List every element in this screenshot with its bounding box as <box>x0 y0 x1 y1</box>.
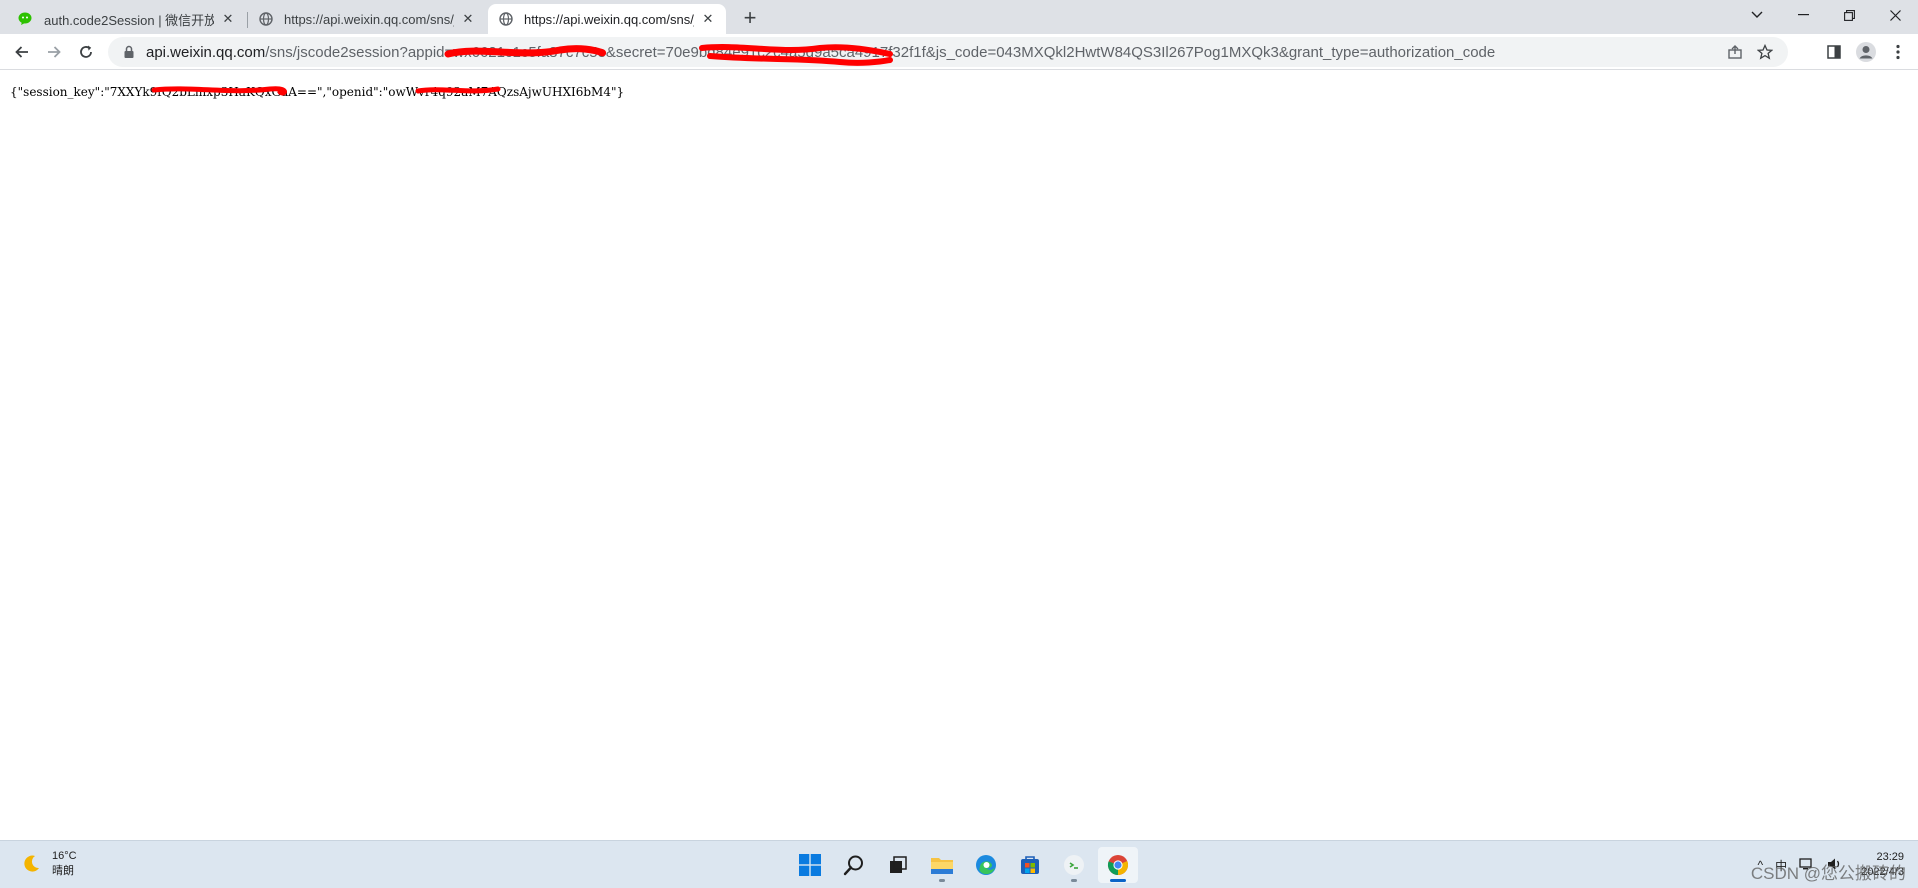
url-text: api.weixin.qq.com/sns/jscode2session?app… <box>146 44 1495 61</box>
taskbar-apps <box>790 847 1142 883</box>
side-panel-icon[interactable] <box>1818 36 1850 68</box>
profile-avatar-icon[interactable] <box>1850 36 1882 68</box>
bookmark-star-icon[interactable] <box>1750 37 1780 67</box>
weather-description: 晴朗 <box>52 865 74 877</box>
edge-icon[interactable] <box>966 847 1006 883</box>
url-host: api.weixin.qq.com <box>146 43 266 61</box>
weather-widget[interactable]: 16°C 晴朗 <box>20 849 77 879</box>
tab-search-icon[interactable] <box>1734 0 1780 30</box>
running-indicator <box>1071 879 1077 882</box>
file-explorer-icon[interactable] <box>922 847 962 883</box>
tab-strip: auth.code2Session | 微信开放文档 ✕ https://api… <box>0 0 1918 34</box>
forward-button[interactable] <box>38 36 70 68</box>
task-view-icon[interactable] <box>878 847 918 883</box>
omnibox-actions <box>1720 37 1780 67</box>
menu-kebab-icon[interactable] <box>1882 36 1914 68</box>
lock-icon <box>124 45 134 58</box>
tab-title: https://api.weixin.qq.com/sns/jscode2ses… <box>524 11 694 27</box>
restore-icon[interactable] <box>1826 0 1872 30</box>
running-indicator <box>939 879 945 882</box>
tab-api-weixin-2[interactable]: https://api.weixin.qq.com/sns/jscode2ses… <box>488 4 726 34</box>
csdn-watermark: CSDN @您公搬砖的 <box>1750 864 1906 883</box>
search-icon[interactable] <box>834 847 874 883</box>
globe-icon <box>498 11 514 27</box>
reload-button[interactable] <box>70 36 102 68</box>
wechat-devtools-icon[interactable] <box>1054 847 1094 883</box>
weather-temperature: 16°C <box>52 850 77 862</box>
minimize-icon[interactable] <box>1780 0 1826 30</box>
close-icon[interactable]: ✕ <box>700 11 716 27</box>
window-close-icon[interactable] <box>1872 0 1918 30</box>
store-icon[interactable] <box>1010 847 1050 883</box>
windows-taskbar: 16°C 晴朗 ^ 中 23:29 2022/4/3 CSDN @您公搬砖的 <box>0 840 1918 888</box>
chrome-icon[interactable] <box>1098 847 1138 883</box>
toolbar-right <box>1818 36 1914 68</box>
running-indicator <box>1110 879 1126 882</box>
share-icon[interactable] <box>1720 37 1750 67</box>
new-tab-button[interactable]: + <box>736 5 764 33</box>
wechat-icon <box>18 11 34 27</box>
window-controls <box>1734 0 1918 30</box>
tab-wechat-docs[interactable]: auth.code2Session | 微信开放文档 ✕ <box>8 4 248 34</box>
arrow-left-icon <box>15 45 28 58</box>
tab-api-weixin-1[interactable]: https://api.weixin.qq.com/sns/jscode2ses… <box>248 4 486 34</box>
browser-toolbar: api.weixin.qq.com/sns/jscode2session?app… <box>0 34 1918 70</box>
windows-start-icon[interactable] <box>790 847 830 883</box>
tab-title: https://api.weixin.qq.com/sns/jscode2ses… <box>284 11 454 27</box>
arrow-right-icon <box>48 45 61 58</box>
reload-icon <box>80 45 92 58</box>
globe-icon <box>258 11 274 27</box>
close-icon[interactable]: ✕ <box>220 11 236 27</box>
back-button[interactable] <box>6 36 38 68</box>
address-bar[interactable]: api.weixin.qq.com/sns/jscode2session?app… <box>108 37 1788 67</box>
tab-title: auth.code2Session | 微信开放文档 <box>44 12 214 28</box>
close-icon[interactable]: ✕ <box>460 11 476 27</box>
url-path: /sns/jscode2session?appid=wx6621c1c5fa87… <box>265 43 1496 61</box>
moon-icon <box>24 855 39 872</box>
json-response: {"session_key":"7XXYk9fQ2bLmxp3HaKQxGaA=… <box>10 85 625 99</box>
